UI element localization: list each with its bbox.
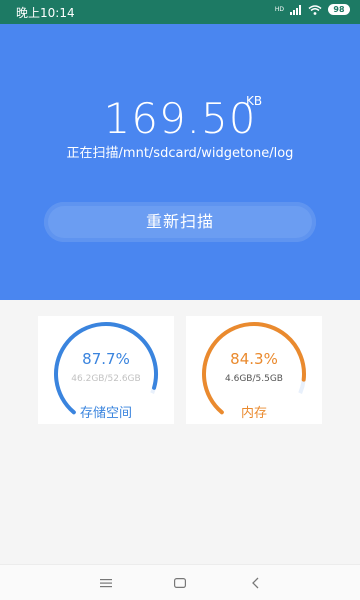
memory-label: 内存 — [240, 406, 267, 421]
usage-cards: 87.7% 46.2GB/52.6GB 存储空间 84.3% 4.6GB/5.5… — [0, 300, 360, 564]
memory-percent: 84.3% — [230, 350, 278, 368]
storage-label: 存储空间 — [79, 406, 132, 421]
storage-percent: 87.7% — [82, 350, 130, 368]
scan-path-text: 正在扫描/mnt/sdcard/widgetone/log — [66, 146, 294, 161]
signal-icon — [290, 4, 301, 15]
scanned-size-value: 169.50 — [103, 94, 257, 143]
scanned-size-unit: KB — [246, 94, 263, 108]
battery-icon: 98 — [328, 4, 350, 15]
rescan-button[interactable]: 重新扫描 — [44, 202, 316, 242]
storage-card[interactable]: 87.7% 46.2GB/52.6GB 存储空间 — [38, 316, 174, 424]
status-icons: HD 98 — [275, 4, 350, 15]
status-bar: 晚上10:14 HD 98 — [0, 0, 360, 24]
hd-indicator: HD — [274, 5, 284, 13]
back-icon[interactable] — [236, 565, 276, 600]
menu-icon[interactable] — [86, 565, 126, 600]
home-icon[interactable] — [160, 565, 200, 600]
wifi-icon — [308, 4, 322, 15]
scan-header: 169.50 KB 正在扫描/mnt/sdcard/widgetone/log … — [0, 24, 360, 300]
status-time: 晚上10:14 — [16, 6, 75, 20]
memory-detail: 4.6GB/5.5GB — [225, 374, 283, 384]
storage-detail: 46.2GB/52.6GB — [71, 374, 141, 384]
navigation-bar — [0, 564, 360, 600]
memory-card[interactable]: 84.3% 4.6GB/5.5GB 内存 — [186, 316, 322, 424]
scanned-size: 169.50 KB — [0, 94, 360, 143]
